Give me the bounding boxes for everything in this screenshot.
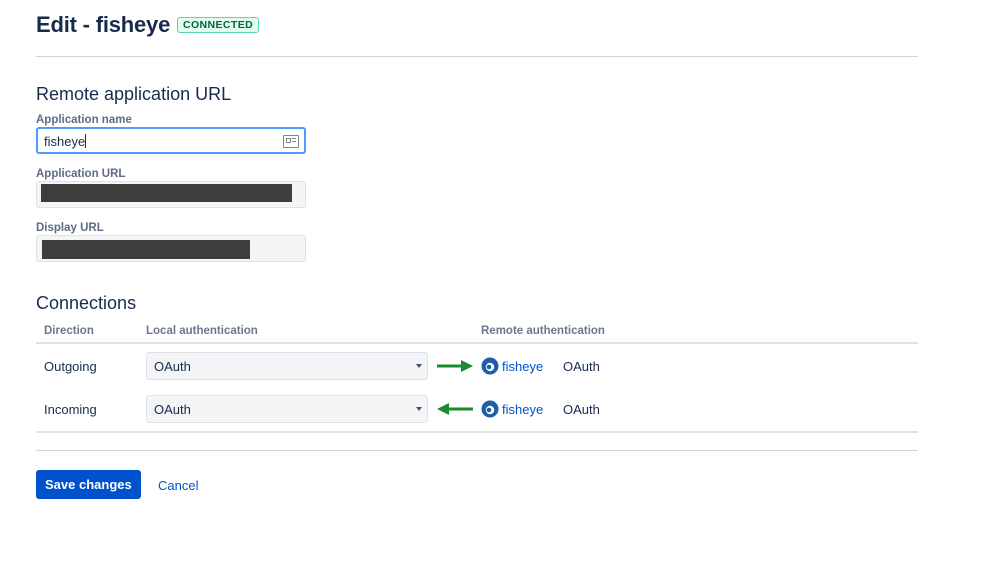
select-value: OAuth xyxy=(154,359,191,374)
fisheye-logo-icon xyxy=(481,400,499,418)
text-cursor xyxy=(85,134,87,148)
remote-app-name: fisheye xyxy=(502,402,544,417)
table-footer-divider xyxy=(36,431,918,433)
application-name-label: Application name xyxy=(36,114,132,126)
actions-divider xyxy=(36,450,918,451)
remote-application-url-heading: Remote application URL xyxy=(36,84,232,104)
direction-label: Incoming xyxy=(44,402,97,417)
local-authentication-select[interactable]: OAuth xyxy=(146,395,428,423)
status-badge: CONNECTED xyxy=(177,17,260,33)
contact-card-icon[interactable] xyxy=(283,135,299,148)
chevron-down-icon xyxy=(416,364,422,368)
display-url-label: Display URL xyxy=(36,222,104,234)
column-header-direction: Direction xyxy=(44,325,94,337)
fisheye-logo-icon xyxy=(481,357,499,375)
connections-heading: Connections xyxy=(36,293,137,313)
remote-authentication-value: OAuth xyxy=(563,402,600,417)
application-url-label: Application URL xyxy=(36,168,126,180)
column-header-local-authentication: Local authentication xyxy=(146,325,258,337)
display-url-field[interactable] xyxy=(36,235,306,262)
header-divider xyxy=(36,56,918,57)
cancel-link[interactable]: Cancel xyxy=(158,478,198,493)
redaction-bar xyxy=(42,240,250,259)
application-name-field[interactable]: fisheye xyxy=(36,127,306,154)
remote-authentication-value: OAuth xyxy=(563,359,600,374)
redaction-bar xyxy=(41,184,292,202)
column-header-remote-authentication: Remote authentication xyxy=(481,325,605,337)
page-title: Edit - fisheye xyxy=(36,12,171,37)
chevron-down-icon xyxy=(416,407,422,411)
application-url-field[interactable] xyxy=(36,181,306,208)
local-authentication-select[interactable]: OAuth xyxy=(146,352,428,380)
save-changes-button[interactable]: Save changes xyxy=(36,470,141,499)
direction-label: Outgoing xyxy=(44,359,97,374)
left-arrow-icon xyxy=(437,403,473,415)
table-header-divider xyxy=(36,342,918,344)
remote-app-name: fisheye xyxy=(502,359,544,374)
application-name-value: fisheye xyxy=(44,134,87,149)
right-arrow-icon xyxy=(437,360,473,372)
select-value: OAuth xyxy=(154,402,191,417)
